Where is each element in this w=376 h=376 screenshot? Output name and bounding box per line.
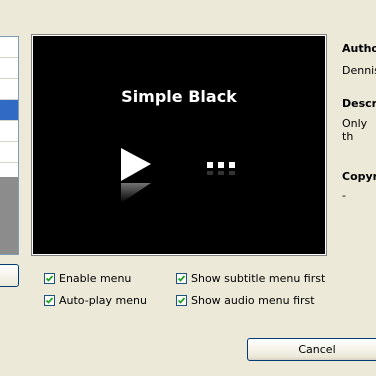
left-button[interactable] bbox=[0, 264, 19, 287]
autoplay-menu-label: Auto-play menu bbox=[59, 294, 147, 307]
check-icon bbox=[177, 297, 186, 304]
author-value: Dennis bbox=[342, 64, 376, 77]
autoplay-menu-checkbox[interactable] bbox=[44, 295, 55, 306]
show-audio-first-checkbox[interactable] bbox=[176, 295, 187, 306]
copyright-label: Copyri bbox=[342, 170, 376, 183]
show-subtitle-first-checkbox[interactable] bbox=[176, 273, 187, 284]
more-icon bbox=[207, 162, 235, 175]
list-item[interactable] bbox=[0, 121, 18, 142]
list-item-selected[interactable] bbox=[0, 100, 18, 121]
enable-menu-checkbox[interactable] bbox=[44, 273, 55, 284]
play-icon bbox=[121, 148, 151, 203]
author-label: Autho bbox=[342, 42, 376, 55]
list-item[interactable] bbox=[0, 142, 18, 163]
list-item[interactable] bbox=[0, 37, 18, 58]
list-item[interactable] bbox=[0, 79, 18, 100]
show-subtitle-first-option[interactable]: Show subtitle menu first bbox=[176, 272, 325, 285]
enable-menu-option[interactable]: Enable menu bbox=[44, 272, 131, 285]
autoplay-menu-option[interactable]: Auto-play menu bbox=[44, 294, 147, 307]
menu-preview: Simple Black bbox=[33, 36, 325, 254]
check-icon bbox=[45, 297, 54, 304]
theme-list[interactable] bbox=[0, 36, 19, 255]
preview-title: Simple Black bbox=[121, 87, 237, 106]
description-label: Descri bbox=[342, 97, 376, 110]
copyright-value: - bbox=[342, 189, 346, 202]
check-icon bbox=[45, 275, 54, 282]
show-subtitle-first-label: Show subtitle menu first bbox=[191, 272, 326, 285]
show-audio-first-option[interactable]: Show audio menu first bbox=[176, 294, 315, 307]
enable-menu-label: Enable menu bbox=[59, 272, 132, 285]
list-item[interactable] bbox=[0, 58, 18, 79]
description-value: Only th bbox=[342, 117, 368, 143]
show-audio-first-label: Show audio menu first bbox=[191, 294, 315, 307]
cancel-button[interactable]: Cancel bbox=[247, 338, 376, 361]
check-icon bbox=[177, 275, 186, 282]
list-scroll-area bbox=[0, 177, 18, 254]
